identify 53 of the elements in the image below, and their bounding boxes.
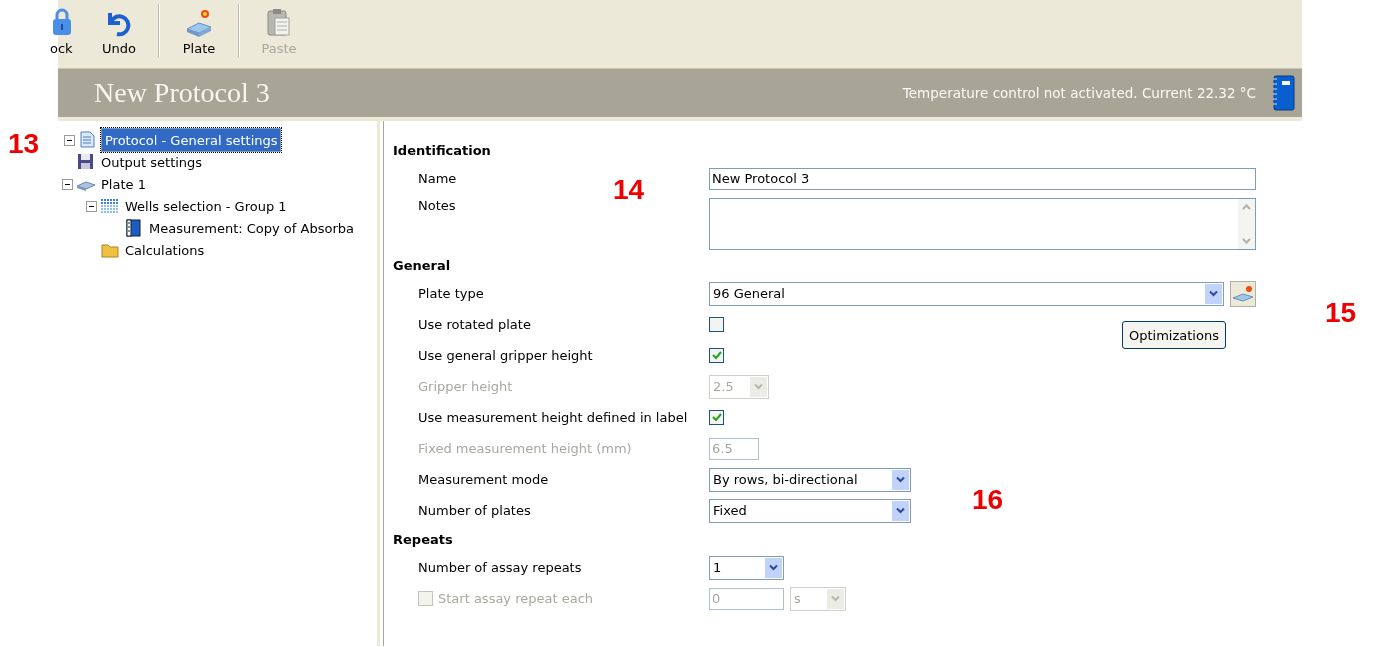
plate-icon [186,10,212,37]
field-label: Number of plates [417,503,532,518]
section-heading: Repeats [392,530,454,549]
notebook-icon [126,219,141,237]
checkbox[interactable] [709,348,724,363]
tree-item[interactable]: Measurement: Copy of Absorba [147,219,356,237]
field-label: Name [417,171,458,186]
field-label: Use measurement height defined in label [417,410,689,425]
field-label: Use general gripper height [417,348,594,363]
plate-settings-button[interactable] [1230,280,1256,307]
field-label: Use rotated plate [417,317,532,332]
optimizations-button[interactable]: Optimizations [1122,321,1226,349]
toolbar-button[interactable]: Plate [170,0,228,61]
collapse-toggle[interactable] [86,200,97,212]
plate-icon [77,181,95,191]
checkbox[interactable] [709,317,724,332]
tree-item[interactable]: Wells selection - Group 1 [123,197,289,215]
toolbar-button[interactable]: Undo [90,0,148,61]
section-heading: Identification [392,141,492,160]
folder-icon [101,244,119,258]
annotation-number: 14 [613,174,645,206]
dropdown[interactable]: Fixed [709,498,911,523]
field-label: Notes [417,198,457,213]
dropdown[interactable]: By rows, bi-directional [709,467,911,492]
field-label: Start assay repeat each [438,591,594,606]
dropdown[interactable]: 96 General [709,281,1224,306]
text-field[interactable]: New Protocol 3 [709,167,1256,190]
checkbox[interactable] [709,410,724,425]
field-label: Fixed measurement height (mm) [417,441,633,456]
collapse-toggle[interactable] [64,134,75,146]
well-grid-icon [101,199,118,213]
undo-icon [108,13,131,37]
temperature-status: Temperature control not activated. Current 22.32 °C [902,85,1256,101]
section-heading: General [392,256,452,275]
annotation-number: 16 [972,484,1004,516]
field-label: Number of assay repeats [417,560,583,575]
field-label: Plate type [417,286,485,301]
annotation-number: 13 [8,128,40,160]
annotation-number: 15 [1325,297,1357,329]
protocol-title: New Protocol 3 [94,77,271,109]
notebook-icon[interactable] [1270,73,1296,113]
field-label: Gripper height [417,379,514,394]
tree-item[interactable]: Output settings [99,153,205,171]
dropdown[interactable]: 1 [709,555,784,580]
toolbar-button[interactable]: ock [50,0,90,61]
field-label: Measurement mode [417,472,550,487]
tree-item[interactable]: Plate 1 [99,175,148,193]
tree-item[interactable]: Calculations [123,241,207,259]
document-icon [80,131,95,148]
collapse-toggle[interactable] [62,178,73,190]
lock-icon [53,8,71,35]
tree-item[interactable]: Protocol - General settings [101,128,281,152]
clipboard-icon [267,9,290,36]
